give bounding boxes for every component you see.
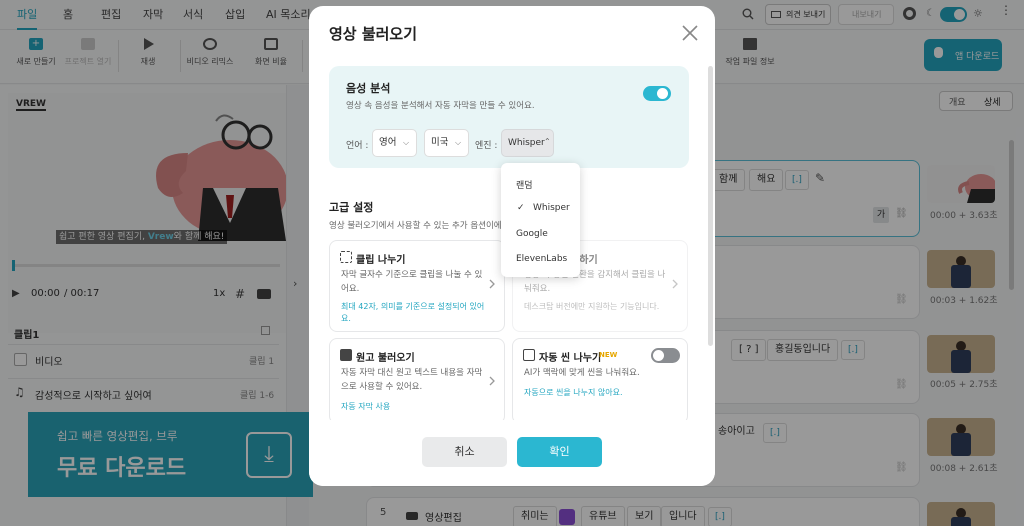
chevron-down-icon: ⌵ <box>403 138 410 147</box>
document-icon <box>340 349 352 361</box>
engine-option-elevenlabs[interactable]: ElevenLabs <box>516 254 567 264</box>
analysis-toggle[interactable] <box>643 86 671 101</box>
close-icon[interactable] <box>681 24 699 42</box>
analysis-title: 음성 분석 <box>346 82 391 95</box>
auto-scene-toggle[interactable] <box>651 348 680 363</box>
confirm-button[interactable]: 확인 <box>517 437 602 467</box>
language-select[interactable]: 영어 ⌵ <box>372 129 417 157</box>
engine-option-whisper[interactable]: Whisper <box>533 203 570 213</box>
engine-option-random[interactable]: 랜덤 <box>516 178 533 191</box>
chevron-up-icon: ⌃ <box>544 137 551 146</box>
dialog-title: 영상 불러오기 <box>329 25 418 43</box>
scissors-icon <box>340 251 352 263</box>
chevron-right-icon <box>488 278 496 290</box>
engine-option-google[interactable]: Google <box>516 229 548 239</box>
engine-select[interactable]: Whisper ⌃ <box>501 129 554 157</box>
clip-split-card[interactable]: 클립 나누기 자막 글자수 기준으로 클립을 나눌 수 있어요. 최대 42자,… <box>329 240 505 332</box>
dialog-scrollbar[interactable] <box>708 66 713 346</box>
check-icon: ✓ <box>517 203 525 213</box>
chevron-right-icon <box>671 278 679 290</box>
language-label: 언어 : <box>346 141 369 151</box>
script-import-card[interactable]: 원고 불러오기 자동 자막 대신 원고 텍스트 내용을 자막으로 사용할 수 있… <box>329 338 505 424</box>
region-select[interactable]: 미국 ⌵ <box>424 129 469 157</box>
advanced-title: 고급 설정 <box>329 201 374 214</box>
analysis-desc: 영상 속 음성을 분석해서 자동 자막을 만들 수 있어요. <box>346 101 535 111</box>
ai-scene-icon <box>523 349 535 361</box>
advanced-desc: 영상 불러오기에서 사용할 수 있는 추가 옵션이에요. <box>329 221 513 231</box>
cancel-button[interactable]: 취소 <box>422 437 507 467</box>
dialog-footer <box>309 420 715 486</box>
auto-scene-card[interactable]: 자동 씬 나누기 NEW AI가 맥락에 맞게 씬을 나눠줘요. 자동으로 씬을… <box>512 338 688 424</box>
engine-dropdown: 랜덤 ✓ Whisper Google ElevenLabs <box>501 163 580 277</box>
chevron-down-icon: ⌵ <box>455 138 462 147</box>
chevron-right-icon <box>488 375 496 387</box>
engine-label: 엔진 : <box>475 141 498 151</box>
new-badge: NEW <box>599 351 618 359</box>
